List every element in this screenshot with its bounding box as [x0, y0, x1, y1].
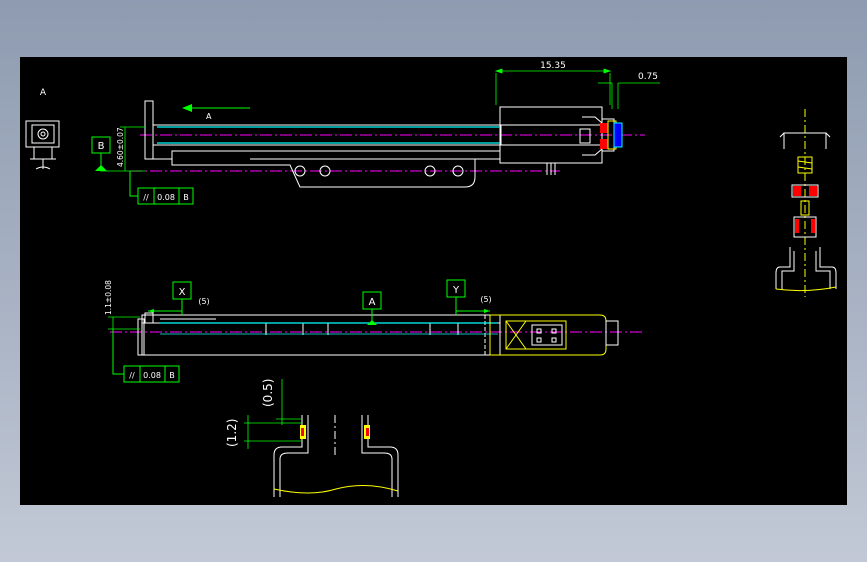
dim-x-offset-text: (5)	[198, 297, 209, 306]
datum-a-label: A	[369, 297, 376, 308]
end-view-label: A	[40, 88, 47, 98]
end-view: A	[25, 88, 60, 170]
arrow-label: A	[206, 112, 212, 121]
tol-top-value: 0.08	[157, 193, 175, 202]
cad-drawing-canvas[interactable]: A 15.35 0.75 A 4.60±0.07 B // 0.08 B 1.1…	[20, 57, 847, 505]
detail-dim-lower-text: (1.2)	[225, 419, 239, 447]
tol-top-datum: B	[183, 193, 189, 202]
dim-y-offset-text: (5)	[480, 295, 491, 304]
dim-0-75	[598, 82, 660, 109]
datum-b-label: B	[98, 141, 105, 152]
tol-side-datum: B	[169, 371, 175, 380]
view-arrow	[182, 104, 250, 112]
detail-view: (0.5) (1.2)	[225, 379, 399, 497]
dim-15-35	[494, 68, 612, 105]
dim-1-1	[108, 316, 140, 330]
side-dim-height-text: 1.1±0.08	[104, 280, 113, 315]
tol-side-value: 0.08	[143, 371, 161, 380]
datum-x-label: X	[179, 287, 186, 298]
dim-offset-text: 0.75	[638, 72, 658, 82]
detail-dim-upper-text: (0.5)	[261, 379, 275, 407]
side-housing	[489, 314, 619, 356]
top-view: 15.35 0.75 A 4.60±0.07 B // 0.08 B	[91, 61, 660, 205]
side-view: 1.1±0.08 X (5) A Y (5) // 0.08 B	[104, 279, 645, 383]
tol-top-symbol: //	[143, 193, 149, 202]
tol-side-symbol: //	[129, 371, 135, 380]
datum-y-label: Y	[452, 285, 460, 296]
dim-height-text: 4.60±0.07	[116, 127, 125, 167]
drawing-svg: A 15.35 0.75 A 4.60±0.07 B // 0.08 B 1.1…	[25, 61, 837, 497]
connector-detail	[579, 116, 623, 156]
right-parts	[775, 109, 837, 297]
dim-length-text: 15.35	[540, 61, 566, 71]
